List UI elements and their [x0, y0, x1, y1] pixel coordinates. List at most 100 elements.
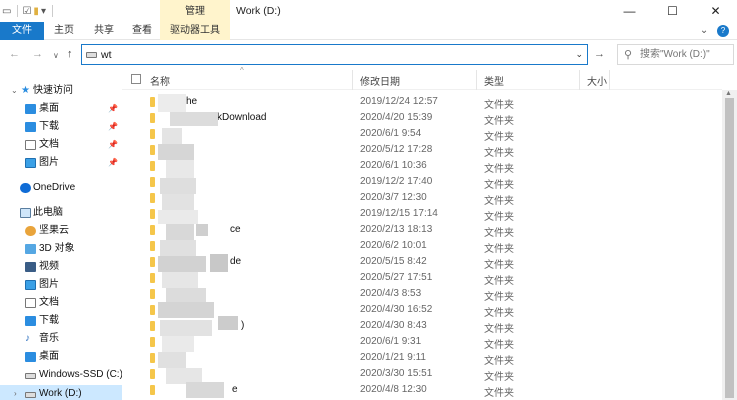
navigation-pane: ⌄ ★ 快速访问 桌面 📌 下载 📌 文档 📌 图片 📌 OneDrive 此电… [0, 70, 123, 400]
folder-icon [150, 97, 155, 107]
up-arrow-icon[interactable]: ↑ [67, 48, 73, 60]
column-divider[interactable] [476, 70, 477, 90]
file-name: de [230, 256, 242, 267]
sort-ascending-icon: ^ [240, 66, 244, 75]
table-row[interactable]: 2020/4/3 8:53 文件夹 [122, 286, 722, 303]
file-modified: 2020/4/20 15:39 [360, 112, 433, 123]
address-bar[interactable]: wt ⌄ [81, 44, 588, 65]
table-row[interactable]: 2020/5/12 17:28 文件夹 [122, 142, 722, 159]
nav-item-pictures-pc[interactable]: 图片 [0, 276, 122, 294]
pin-icon[interactable]: 📌 [108, 118, 118, 136]
music-icon: ♪ [25, 333, 30, 344]
table-row[interactable]: 2019/12/15 17:14 文件夹 [122, 206, 722, 223]
nav-item-quick-access[interactable]: ⌄ ★ 快速访问 [0, 82, 122, 100]
column-divider[interactable] [579, 70, 580, 90]
address-input[interactable]: wt [101, 49, 112, 61]
pin-icon[interactable]: 📌 [108, 136, 118, 154]
nav-item-videos[interactable]: 视频 [0, 258, 122, 276]
maximize-button[interactable]: ☐ [651, 0, 694, 22]
nav-item-music[interactable]: ♪ 音乐 [0, 330, 122, 348]
table-row[interactable]: 2020/3/7 12:30 文件夹 [122, 190, 722, 207]
nav-item-label: 下载 [39, 315, 59, 326]
table-row[interactable]: 2020/3/30 15:51 文件夹 [122, 366, 722, 383]
nav-item-windows-ssd[interactable]: Windows-SSD (C:) [0, 366, 123, 384]
forward-arrow-icon[interactable]: → [32, 48, 43, 60]
tab-drive-tools[interactable]: 驱动器工具 [160, 22, 230, 40]
file-modified: 2020/6/2 10:01 [360, 240, 427, 251]
file-modified: 2020/4/3 8:53 [360, 288, 422, 299]
pc-icon [20, 208, 31, 218]
table-row[interactable]: 2020/5/27 17:51 文件夹 [122, 270, 722, 287]
table-row[interactable]: 2020/6/2 10:01 文件夹 [122, 238, 722, 255]
select-all-checkbox[interactable] [131, 74, 141, 84]
column-divider[interactable] [352, 70, 353, 90]
nav-item-downloads[interactable]: 下载 📌 [0, 118, 122, 136]
desktop-icon [25, 104, 36, 114]
onedrive-icon [20, 183, 31, 193]
nav-item-desktop[interactable]: 桌面 📌 [0, 100, 122, 118]
properties-checkbox-icon[interactable]: ☑ [22, 6, 31, 17]
recent-locations-chevron-icon[interactable]: ∨ [53, 51, 59, 60]
file-modified: 2020/6/1 9:54 [360, 128, 422, 139]
column-type[interactable]: 类型 [484, 73, 504, 88]
chevron-down-icon[interactable]: ⌄ [11, 82, 18, 100]
new-folder-icon[interactable]: ▮ [33, 6, 39, 17]
nav-item-documents[interactable]: 文档 📌 [0, 136, 122, 154]
folder-icon [150, 385, 155, 395]
scroll-up-icon[interactable]: ▲ [725, 90, 732, 97]
nav-item-pictures[interactable]: 图片 📌 [0, 154, 122, 172]
nav-item-label: OneDrive [33, 182, 76, 193]
nav-item-documents-pc[interactable]: 文档 [0, 294, 122, 312]
scrollbar-thumb[interactable] [725, 98, 734, 398]
nav-item-onedrive[interactable]: OneDrive [0, 179, 122, 197]
file-name: ) [241, 320, 245, 331]
chevron-right-icon[interactable]: › [14, 385, 17, 400]
go-arrow-icon[interactable]: → [594, 48, 605, 60]
help-icon[interactable]: ? [717, 25, 729, 37]
column-name[interactable]: 名称 [150, 73, 170, 88]
toolbar-divider [51, 5, 53, 17]
table-row[interactable]: 2020/6/1 9:54 文件夹 [122, 126, 722, 143]
table-row[interactable]: 2020/6/1 9:31 文件夹 [122, 334, 722, 351]
table-row[interactable]: 2020/6/1 10:36 文件夹 [122, 158, 722, 175]
search-input[interactable] [640, 47, 732, 62]
picture-icon [25, 158, 36, 168]
tab-share[interactable]: 共享 [84, 22, 124, 40]
tab-manage[interactable]: 管理 [160, 0, 230, 22]
minimize-button[interactable]: — [608, 0, 651, 22]
tab-view[interactable]: 查看 [124, 22, 160, 40]
table-row[interactable]: 2019/12/2 17:40 文件夹 [122, 174, 722, 191]
folder-icon [150, 305, 155, 315]
table-row[interactable]: ) 2020/4/30 8:43 文件夹 [122, 318, 722, 335]
chevron-down-icon[interactable]: ⌄ [700, 25, 708, 36]
tab-file[interactable]: 文件 [0, 22, 44, 40]
search-box[interactable]: ⚲ [617, 44, 734, 65]
nav-item-3d-objects[interactable]: 3D 对象 [0, 240, 122, 258]
nav-item-work-drive[interactable]: › Work (D:) [0, 385, 122, 400]
table-row[interactable]: 2020/1/21 9:11 文件夹 [122, 350, 722, 367]
pin-icon[interactable]: 📌 [108, 100, 118, 118]
address-dropdown-chevron-icon[interactable]: ⌄ [575, 49, 583, 60]
column-size[interactable]: 大小 [587, 73, 607, 88]
tab-home[interactable]: 主页 [44, 22, 84, 40]
nav-item-desktop-pc[interactable]: 桌面 [0, 348, 122, 366]
close-button[interactable]: ✕ [694, 0, 737, 22]
file-type: 文件夹 [484, 356, 514, 367]
table-row[interactable]: he 2019/12/24 12:57 文件夹 [122, 94, 722, 111]
nav-item-nutstore[interactable]: 坚果云 [0, 222, 122, 240]
file-type: 文件夹 [484, 388, 514, 399]
back-arrow-icon[interactable]: ← [9, 48, 20, 60]
customize-toolbar-chevron-icon[interactable]: ▾ [41, 6, 46, 17]
nav-item-this-pc[interactable]: 此电脑 [0, 204, 122, 222]
nav-item-downloads-pc[interactable]: 下载 [0, 312, 122, 330]
nav-item-label: 视频 [39, 261, 59, 272]
vertical-scrollbar[interactable]: ▲ [722, 90, 737, 400]
column-divider[interactable] [609, 70, 610, 90]
pin-icon[interactable]: 📌 [108, 154, 118, 172]
nav-item-label: 快速访问 [33, 85, 73, 96]
table-row[interactable]: ce 2020/2/13 18:13 文件夹 [122, 222, 722, 239]
drive-icon: ▭ [2, 5, 12, 17]
file-type: 文件夹 [484, 132, 514, 143]
window-controls: — ☐ ✕ [608, 0, 737, 22]
column-modified[interactable]: 修改日期 [360, 73, 400, 88]
